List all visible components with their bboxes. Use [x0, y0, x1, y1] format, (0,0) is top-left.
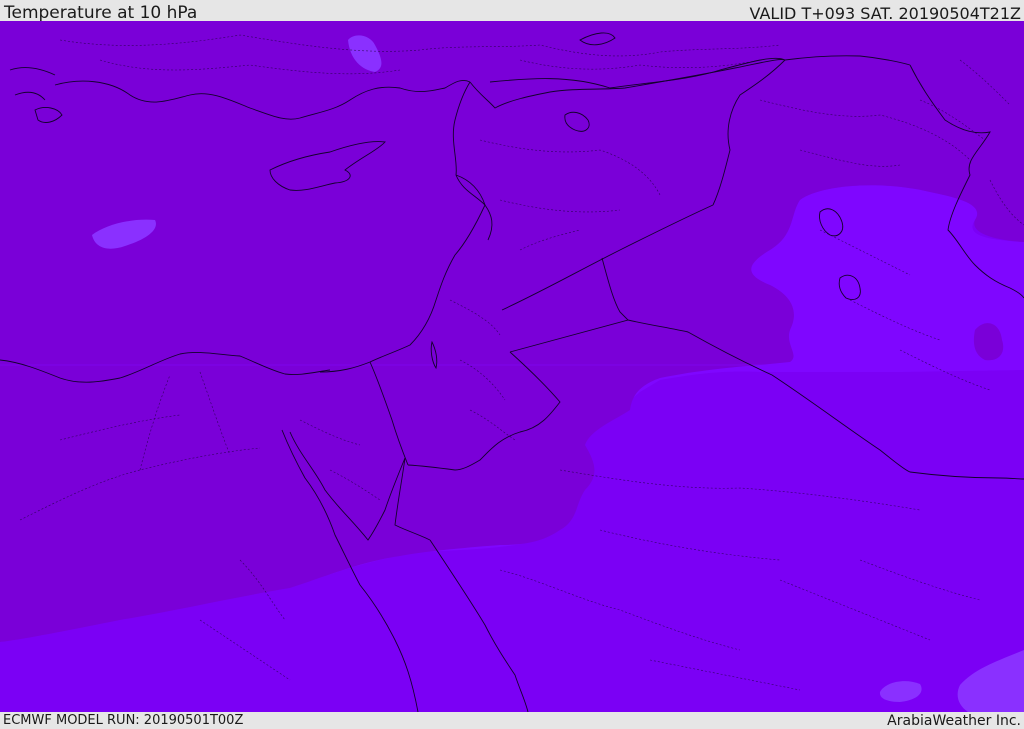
header-bar: Temperature at 10 hPa VALID T+093 SAT. 2… — [0, 0, 1024, 23]
forecast-map-view: Temperature at 10 hPa VALID T+093 SAT. 2… — [0, 0, 1024, 729]
temperature-map[interactable] — [0, 21, 1024, 712]
map-title: Temperature at 10 hPa — [4, 3, 198, 23]
model-run: ECMWF MODEL RUN: 20190501T00Z — [3, 713, 244, 728]
credit: ArabiaWeather Inc. — [887, 713, 1021, 729]
footer-bar: ECMWF MODEL RUN: 20190501T00Z ArabiaWeat… — [0, 712, 1024, 729]
